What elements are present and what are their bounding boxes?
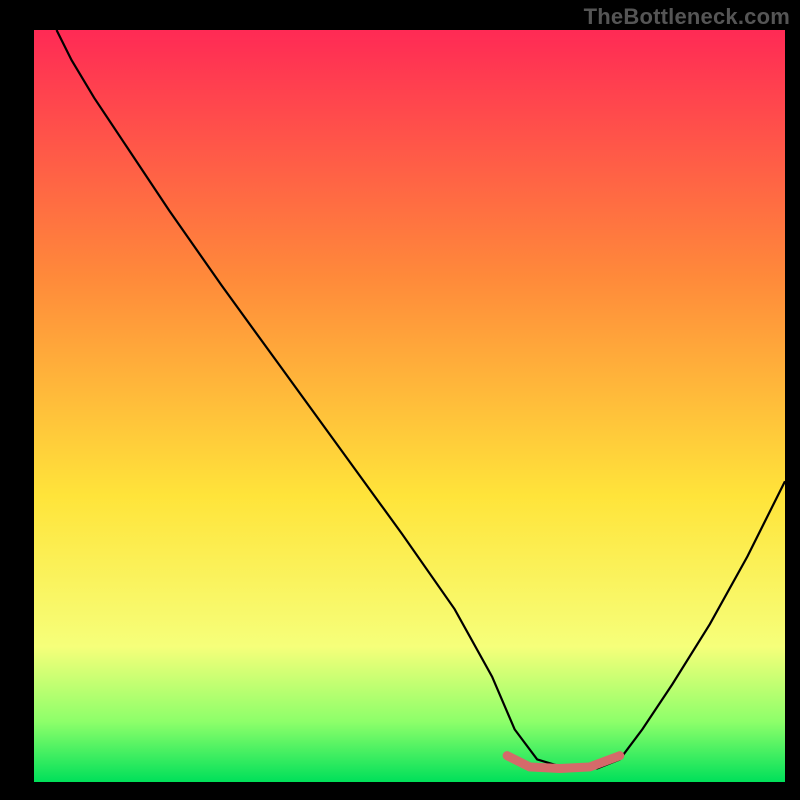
watermark-text: TheBottleneck.com xyxy=(584,4,790,30)
gradient-panel xyxy=(34,30,785,782)
bottleneck-chart xyxy=(0,0,800,800)
chart-frame: { "watermark": "TheBottleneck.com", "col… xyxy=(0,0,800,800)
